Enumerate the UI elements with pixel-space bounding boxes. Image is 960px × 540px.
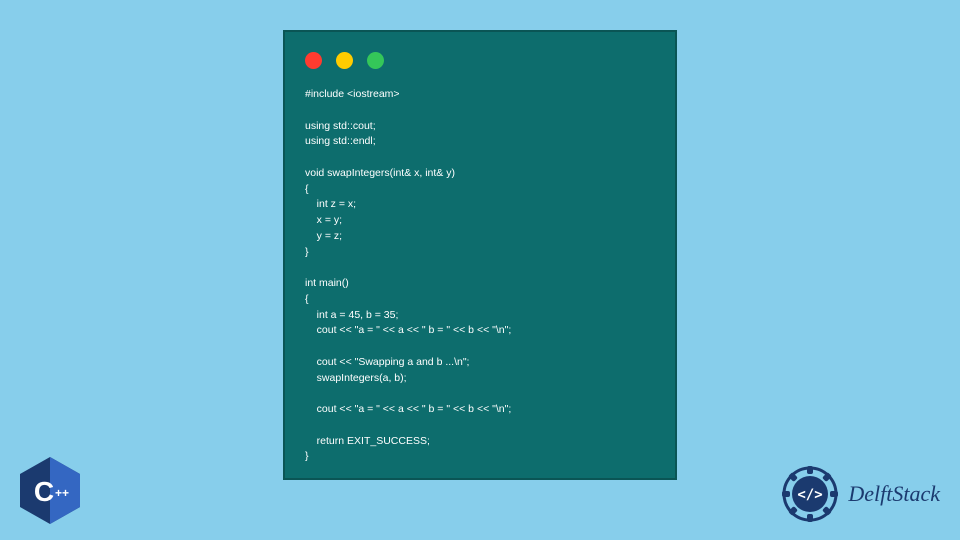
cpp-plus: ++ (55, 486, 69, 500)
code-window: #include <iostream> using std::cout; usi… (283, 30, 677, 480)
svg-text:</>: </> (798, 487, 823, 503)
minimize-icon (336, 52, 353, 69)
brand-logo: </> DelftStack (780, 464, 940, 524)
window-controls (305, 52, 655, 69)
cpp-letter: C (34, 476, 54, 507)
brand-name: DelftStack (848, 481, 940, 507)
brand-gear-icon: </> (780, 464, 840, 524)
close-icon (305, 52, 322, 69)
code-content: #include <iostream> using std::cout; usi… (305, 87, 655, 465)
maximize-icon (367, 52, 384, 69)
cpp-logo-icon: C ++ (20, 457, 80, 524)
